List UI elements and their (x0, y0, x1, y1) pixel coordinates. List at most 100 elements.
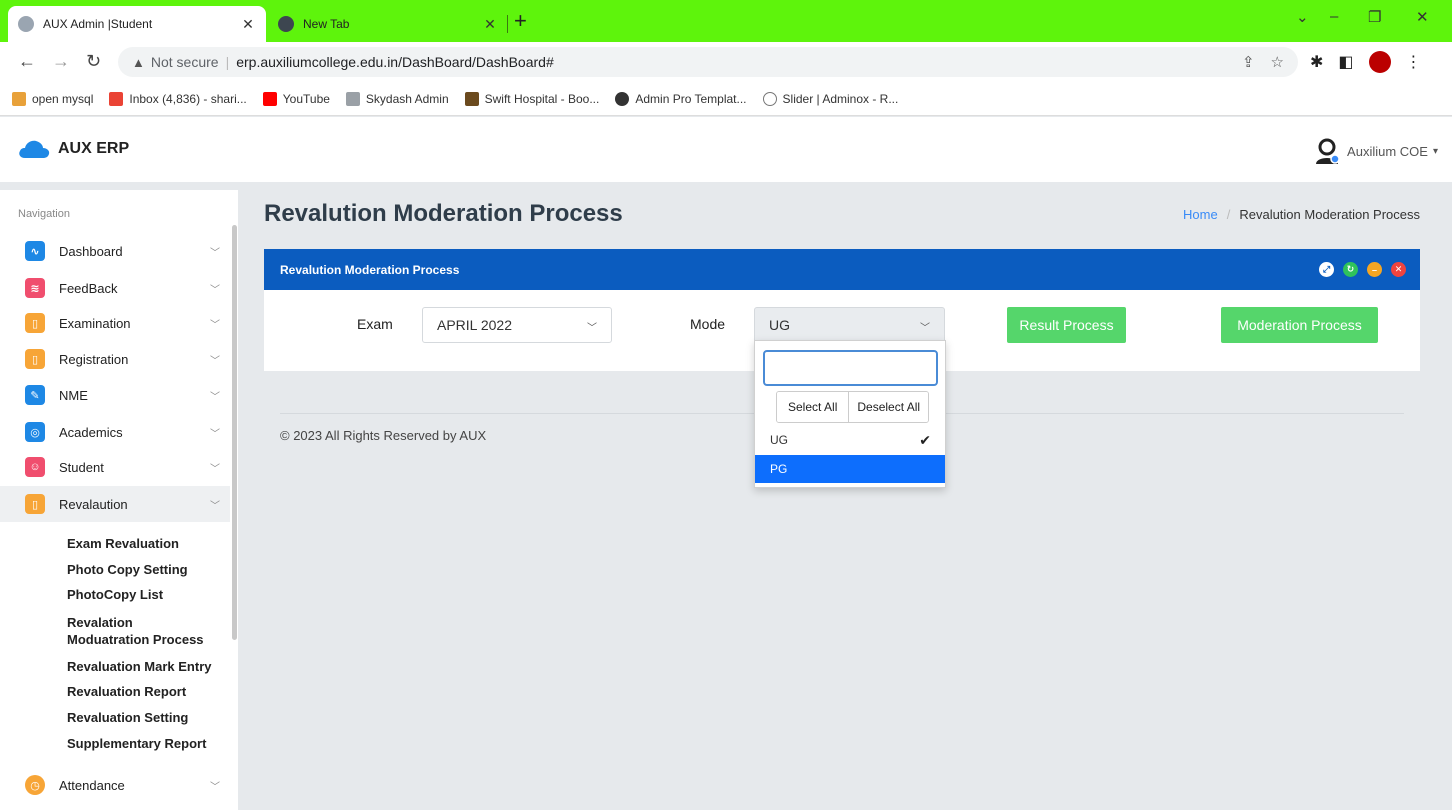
sidebar: Navigation ∿ Dashboard ﹀ ≋ FeedBack ﹀ ▯ … (0, 190, 238, 810)
tab-separator (507, 15, 508, 33)
mode-select[interactable]: UG ﹀ (754, 307, 945, 343)
url-text: erp.auxiliumcollege.edu.in/DashBoard/Das… (236, 54, 554, 70)
browser-tab-bar: AUX Admin |Student ✕ New Tab ✕ + ⌄ – ❐ ✕ (0, 0, 1452, 42)
chevron-down-icon: ﹀ (210, 391, 220, 403)
submenu-revaluation-setting[interactable]: Revaluation Setting (67, 709, 232, 726)
chevron-down-icon: ﹀ (210, 247, 220, 259)
bookmark[interactable]: Admin Pro Templat... (615, 91, 747, 106)
deselect-all-button[interactable]: Deselect All (848, 392, 929, 422)
share-icon[interactable]: ⇪ (1242, 53, 1255, 71)
chevron-down-icon: ▾ (1432, 145, 1438, 157)
chevron-down-icon: ﹀ (210, 355, 220, 367)
sidebar-item-feedback[interactable]: ≋ FeedBack ﹀ (0, 270, 230, 306)
dropdown-option-ug[interactable]: UG ✔ (755, 426, 945, 454)
address-bar[interactable]: ▲ Not secure | erp.auxiliumcollege.edu.i… (118, 47, 1298, 77)
sidebar-item-examination[interactable]: ▯ Examination ﹀ (0, 305, 230, 341)
dropdown-option-pg[interactable]: PG (755, 455, 945, 483)
close-icon[interactable]: ✕ (1391, 262, 1406, 277)
tab-search-icon[interactable]: ⌄ (1296, 8, 1309, 26)
bookmark[interactable]: open mysql (12, 91, 93, 106)
chevron-down-icon: ﹀ (210, 428, 220, 440)
sidebar-scrollbar[interactable] (232, 225, 237, 640)
new-tab-button[interactable]: + (514, 10, 527, 32)
browser-toolbar: ← → ↻ ▲ Not secure | erp.auxiliumcollege… (0, 42, 1452, 82)
breadcrumb-home[interactable]: Home (1183, 207, 1218, 222)
bookmark-icon (615, 91, 630, 106)
minimize-button[interactable]: – (1330, 8, 1338, 25)
breadcrumb: Home / Revalution Moderation Process (1183, 207, 1420, 222)
address-separator: | (225, 54, 230, 70)
user-avatar-icon (1316, 138, 1340, 164)
not-secure-label: Not secure (150, 54, 219, 70)
select-all-button[interactable]: Select All (777, 392, 849, 422)
submenu-exam-revaluation[interactable]: Exam Revaluation (67, 535, 232, 552)
sidebar-item-dashboard[interactable]: ∿ Dashboard ﹀ (0, 233, 230, 269)
submenu-revalation-moduatration-process[interactable]: Revalation Moduatration Process (67, 614, 212, 648)
close-window-button[interactable]: ✕ (1416, 8, 1429, 26)
sidebar-item-attendance[interactable]: ◷ Attendance ﹀ (0, 767, 230, 803)
sidebar-item-nme[interactable]: ✎ NME ﹀ (0, 377, 230, 413)
minimize-icon[interactable]: – (1367, 262, 1382, 277)
nav-caption: Navigation (18, 208, 70, 220)
chrome-icon (278, 16, 294, 32)
edit-icon: ✎ (25, 385, 45, 405)
browser-tab-inactive[interactable]: New Tab ✕ (268, 6, 508, 42)
sidebar-item-revalaution[interactable]: ▯ Revalaution ﹀ (0, 486, 230, 522)
close-icon[interactable]: ✕ (240, 16, 256, 33)
target-icon: ◎ (25, 422, 45, 442)
exam-label: Exam (357, 316, 393, 332)
card-title: Revalution Moderation Process (280, 262, 460, 277)
submenu-photocopy-list[interactable]: PhotoCopy List (67, 586, 232, 603)
breadcrumb-current: Revalution Moderation Process (1239, 207, 1420, 222)
page-title: Revalution Moderation Process (264, 200, 623, 227)
user-menu[interactable]: Auxilium COE ▾ (1313, 137, 1438, 165)
book-icon: ▯ (25, 349, 45, 369)
bookmark[interactable]: Inbox (4,836) - shari... (109, 91, 247, 106)
forward-button[interactable]: → (52, 51, 70, 72)
star-icon[interactable]: ☆ (1271, 53, 1284, 71)
exam-select[interactable]: APRIL 2022 ﹀ (422, 307, 612, 343)
sidebar-item-student[interactable]: ☺ Student ﹀ (0, 449, 230, 485)
bookmark-icon (345, 91, 360, 106)
extensions-icon[interactable]: ✱ (1310, 52, 1323, 72)
book-icon: ▯ (25, 313, 45, 333)
bookmark[interactable]: Skydash Admin (345, 91, 449, 106)
bookmark[interactable]: Swift Hospital - Boo... (464, 91, 599, 106)
chevron-down-icon: ﹀ (587, 323, 597, 334)
submenu-supplementary-report[interactable]: Supplementary Report (67, 735, 232, 752)
brand-logo[interactable]: AUX ERP (18, 139, 129, 159)
moderation-process-button[interactable]: Moderation Process (1221, 307, 1378, 343)
mode-dropdown: Select All Deselect All UG ✔ PG (754, 340, 946, 488)
menu-icon[interactable]: ⋮ (1406, 52, 1422, 72)
restore-button[interactable]: ❐ (1368, 8, 1381, 26)
dropdown-actions: Select All Deselect All (776, 391, 930, 423)
pulse-icon: ∿ (25, 241, 45, 261)
sidebar-item-academics[interactable]: ◎ Academics ﹀ (0, 414, 230, 450)
close-icon[interactable]: ✕ (482, 16, 498, 33)
checkmark-icon: ✔ (919, 431, 931, 448)
submenu-revaluation-report[interactable]: Revaluation Report (67, 683, 232, 700)
chevron-down-icon: ﹀ (210, 463, 220, 475)
sidebar-item-registration[interactable]: ▯ Registration ﹀ (0, 341, 230, 377)
sidepanel-icon[interactable]: ◧ (1338, 52, 1353, 72)
warning-icon: ▲ (132, 54, 145, 70)
back-button[interactable]: ← (18, 51, 36, 72)
reload-button[interactable]: ↻ (86, 51, 101, 72)
refresh-icon[interactable]: ↻ (1343, 262, 1358, 277)
expand-icon[interactable]: ⤢ (1319, 262, 1334, 277)
breadcrumb-separator: / (1226, 207, 1231, 222)
result-process-button[interactable]: Result Process (1007, 307, 1126, 343)
submenu-revaluation-mark-entry[interactable]: Revaluation Mark Entry (67, 658, 232, 675)
profile-avatar[interactable] (1368, 51, 1391, 73)
chevron-down-icon: ﹀ (920, 323, 930, 334)
browser-tab-active[interactable]: AUX Admin |Student ✕ (8, 6, 266, 42)
bookmark[interactable]: Slider | Adminox - R... (762, 91, 898, 106)
submenu-photo-copy-setting[interactable]: Photo Copy Setting (67, 561, 232, 578)
tab-title: AUX Admin |Student (43, 17, 153, 31)
brand-name: AUX ERP (58, 140, 130, 157)
bookmark[interactable]: YouTube (262, 91, 330, 106)
dropdown-search-input[interactable] (763, 350, 938, 386)
mode-select-value: UG (769, 317, 790, 333)
youtube-icon (262, 91, 277, 106)
clock-icon: ◷ (25, 775, 45, 795)
